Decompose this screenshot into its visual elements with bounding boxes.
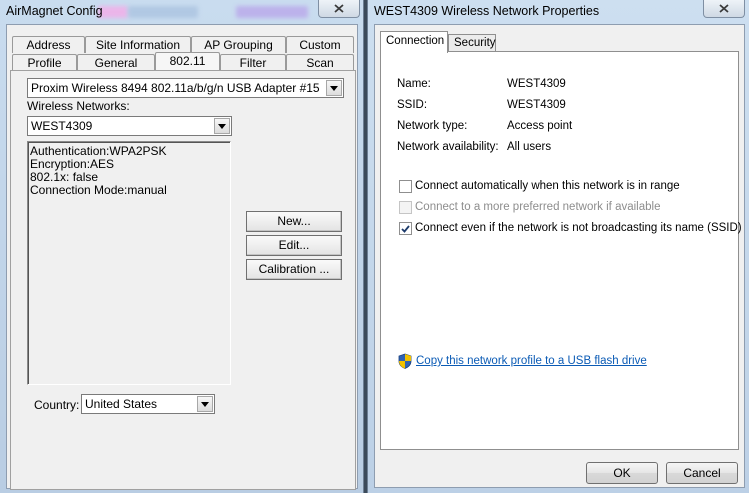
name-value: WEST4309: [507, 78, 566, 90]
ssid-label: SSID:: [397, 99, 428, 111]
name-label: Name:: [397, 78, 431, 90]
window-title: AirMagnet Config: [6, 4, 103, 18]
network-availability-value: All users: [507, 141, 552, 153]
window-title: WEST4309 Wireless Network Properties: [374, 4, 600, 18]
close-icon: [719, 4, 729, 13]
ok-button[interactable]: OK: [586, 462, 658, 484]
tab-address[interactable]: Address: [12, 36, 85, 53]
hidden-ssid-checkbox[interactable]: [399, 222, 412, 235]
network-value: WEST4309: [31, 119, 93, 133]
hidden-ssid-label: Connect even if the network is not broad…: [415, 222, 742, 234]
auto-connect-label: Connect automatically when this network …: [415, 180, 680, 192]
chevron-down-icon: [214, 118, 230, 134]
country-label: Country:: [34, 398, 80, 412]
country-value: United States: [85, 397, 158, 411]
tab-custom[interactable]: Custom: [286, 36, 354, 53]
cancel-button[interactable]: Cancel: [666, 462, 738, 484]
network-info-box: Authentication:WPA2PSK Encryption:AES 80…: [27, 141, 231, 385]
tab-connection[interactable]: Connection: [380, 31, 448, 53]
tab-profile[interactable]: Profile: [12, 54, 77, 71]
wireless-networks-label: Wireless Networks:: [27, 99, 130, 113]
copy-profile-link[interactable]: Copy this network profile to a USB flash…: [416, 355, 647, 367]
chevron-down-icon: [197, 396, 213, 412]
tab-scan[interactable]: Scan: [286, 54, 354, 71]
ssid-value: WEST4309: [507, 99, 566, 111]
uac-shield-icon: [398, 353, 412, 372]
network-availability-label: Network availability:: [397, 141, 499, 153]
network-type-value: Access point: [507, 120, 573, 132]
adapter-select[interactable]: Proxim Wireless 8494 802.11a/b/g/n USB A…: [27, 78, 344, 98]
tab-security[interactable]: Security: [448, 34, 496, 52]
country-select[interactable]: United States: [81, 394, 215, 414]
new-button[interactable]: New...: [246, 211, 342, 232]
close-button[interactable]: [318, 0, 360, 18]
tab-filter[interactable]: Filter: [220, 54, 286, 71]
auto-connect-checkbox[interactable]: [399, 180, 412, 193]
tab-802-11[interactable]: 802.11: [155, 52, 220, 71]
info-connection-mode: Connection Mode:manual: [30, 183, 167, 197]
tab-general[interactable]: General: [77, 54, 155, 71]
close-icon: [334, 4, 344, 13]
preferred-network-label: Connect to a more preferred network if a…: [415, 201, 661, 213]
tab-site-information[interactable]: Site Information: [85, 36, 191, 53]
preferred-network-checkbox[interactable]: [399, 201, 412, 214]
adapter-value: Proxim Wireless 8494 802.11a/b/g/n USB A…: [31, 81, 320, 95]
network-select[interactable]: WEST4309: [27, 116, 232, 136]
edit-button[interactable]: Edit...: [246, 235, 342, 256]
network-type-label: Network type:: [397, 120, 468, 132]
chevron-down-icon: [326, 80, 342, 96]
calibration-button[interactable]: Calibration ...: [246, 259, 342, 280]
close-button[interactable]: [703, 0, 745, 18]
tab-ap-grouping[interactable]: AP Grouping: [191, 36, 286, 53]
check-icon: [401, 224, 410, 233]
